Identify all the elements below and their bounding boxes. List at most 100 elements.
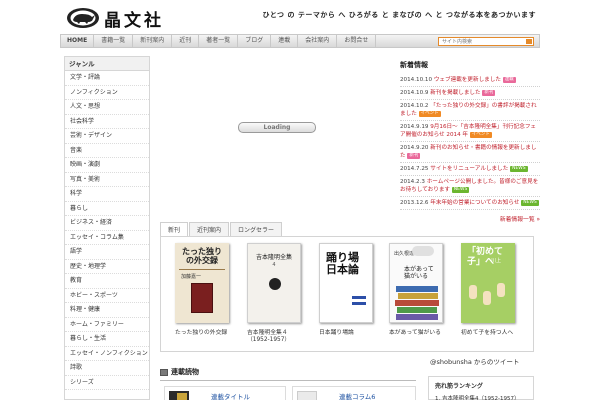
- tab-longsellers[interactable]: ロングセラー: [230, 222, 283, 237]
- sidebar-item[interactable]: 芸術・デザイン: [65, 129, 149, 144]
- nav-item-upcoming[interactable]: 近刊: [172, 35, 200, 47]
- book-title[interactable]: 初めて子を持つ人へ: [461, 330, 523, 337]
- sidebar-item[interactable]: 暮らし・生活: [65, 332, 149, 347]
- sidebar-item[interactable]: 写真・美術: [65, 173, 149, 187]
- news-date: 2014.10.9: [400, 90, 429, 96]
- news-link[interactable]: 年末年始の営業についてのお知らせ: [430, 200, 519, 206]
- sidebar-item[interactable]: ノンフィクション: [65, 86, 149, 100]
- book-title[interactable]: 日本踊り場論: [319, 330, 381, 337]
- serial-link[interactable]: 連載タイトル: [211, 391, 250, 400]
- book-card[interactable]: 出久根達郎 本があって 猫がいる 本があって猫がいる: [389, 243, 451, 337]
- monitor-icon: [160, 368, 168, 376]
- news-badge: NEWS: [510, 165, 528, 172]
- sidebar-item[interactable]: 音楽: [65, 144, 149, 158]
- serial-section-header: 連載読物: [160, 366, 199, 378]
- nav-item-authors[interactable]: 著者一覧: [199, 35, 239, 47]
- sidebar-item[interactable]: 文学・評論: [65, 71, 149, 86]
- news-date: 2014.2.3: [400, 179, 425, 185]
- cover-title: 踊り場 日本論: [326, 251, 359, 276]
- sidebar-item[interactable]: 科学: [65, 187, 149, 202]
- book-cover[interactable]: 「初めて子」へ 川上: [461, 243, 515, 323]
- news-link[interactable]: 新刊を掲載しました: [430, 90, 480, 96]
- book-card[interactable]: 踊り場 日本論 日本踊り場論: [319, 243, 381, 337]
- serial-link[interactable]: 連載コラム6: [339, 391, 375, 400]
- sidebar-item[interactable]: エッセイ・コラム集: [65, 231, 149, 245]
- news-badge: 新刊: [482, 89, 496, 96]
- book-cover[interactable]: 吉本隆明全集 4: [247, 243, 301, 323]
- news-panel: 新着情報 2014.10.10 ウェブ連載を更新しました 連載 2014.10.…: [400, 60, 540, 223]
- nav-item-series[interactable]: 連載: [271, 35, 299, 47]
- child-figure: [483, 291, 491, 305]
- sidebar-item[interactable]: 社会科学: [65, 115, 149, 129]
- sidebar-item[interactable]: シリーズ: [65, 376, 149, 390]
- news-badge: 連載: [502, 76, 516, 83]
- book-title[interactable]: 本があって猫がいる: [389, 330, 451, 337]
- book-title[interactable]: たった独りの外交録: [175, 330, 237, 337]
- news-date: 2014.10.2: [400, 103, 429, 109]
- loading-indicator: Loading: [238, 122, 316, 133]
- nav-item-books[interactable]: 書籍一覧: [94, 35, 134, 47]
- book-cover[interactable]: たった独りの外交録 加藤嘉一: [175, 243, 229, 323]
- nav-item-new-releases[interactable]: 新刊案内: [133, 35, 173, 47]
- nav-item-contact[interactable]: お問合せ: [337, 35, 377, 47]
- nav-item-company[interactable]: 会社案内: [298, 35, 338, 47]
- book-card[interactable]: たった独りの外交録 加藤嘉一 たった独りの外交録: [175, 243, 237, 337]
- sidebar-item[interactable]: ホビー・スポーツ: [65, 289, 149, 303]
- serial-card[interactable]: 連載タイトル: [164, 386, 286, 400]
- ranking-item[interactable]: 1. 吉本隆明全集4（1952-1957）: [429, 390, 533, 400]
- child-figure: [469, 285, 477, 299]
- nav-item-blog[interactable]: ブログ: [238, 35, 272, 47]
- search-input[interactable]: [439, 38, 523, 45]
- passport-image: [191, 283, 213, 313]
- book-card[interactable]: 吉本隆明全集 4 吉本隆明全集４（1952-1957）: [247, 243, 309, 344]
- book-carousel: たった独りの外交録 加藤嘉一 たった独りの外交録 吉本隆明全集 4 吉本隆明全集…: [160, 236, 534, 352]
- site-header: 晶文社 ひとつ の テーマから へ ひろがる と まなびの へ と つながる本を…: [0, 0, 600, 34]
- news-item: 2014.10.2 「たった独りの外交録」の書評が掲載されました イベント: [400, 100, 540, 121]
- featured-slideshow[interactable]: Loading: [158, 56, 394, 216]
- book-cover[interactable]: 踊り場 日本論: [319, 243, 373, 323]
- sidebar-item[interactable]: ホーム・ファミリー: [65, 318, 149, 332]
- cover-accent: [352, 296, 366, 299]
- sidebar-item[interactable]: 料理・健康: [65, 303, 149, 318]
- cover-title: 「初めて子」へ: [467, 247, 504, 267]
- twitter-feed-label[interactable]: @shobunsha からのツイート: [430, 356, 519, 366]
- tab-new[interactable]: 新刊: [160, 222, 189, 237]
- cover-accent: [352, 302, 366, 305]
- news-date: 2014.9.19: [400, 124, 429, 130]
- book-cover[interactable]: 出久根達郎 本があって 猫がいる: [389, 243, 443, 323]
- nav-item-home[interactable]: HOME: [61, 35, 95, 47]
- book-stack-5: [396, 314, 438, 320]
- news-title: 新着情報: [400, 61, 428, 69]
- serial-card[interactable]: 連載コラム6: [292, 386, 416, 400]
- rhino-logo-icon: [66, 7, 100, 29]
- sidebar-item[interactable]: エッセイ・ノンフィクション: [65, 347, 149, 361]
- news-link[interactable]: サイトをリニューアルしました: [430, 166, 508, 172]
- book-title[interactable]: 吉本隆明全集４（1952-1957）: [247, 330, 309, 344]
- sidebar-item[interactable]: 人文・思想: [65, 100, 149, 115]
- news-date: 2014.7.25: [400, 166, 429, 172]
- book-card[interactable]: 「初めて子」へ 川上 初めて子を持つ人へ: [461, 243, 523, 337]
- genre-sidebar: ジャンル 文学・評論 ノンフィクション 人文・思想 社会科学 芸術・デザイン 音…: [64, 56, 150, 400]
- ranking-box: 売れ筋ランキング 1. 吉本隆明全集4（1952-1957）: [428, 376, 534, 400]
- news-link[interactable]: ウェブ連載を更新しました: [434, 77, 501, 83]
- cover-author: 加藤嘉一: [181, 274, 202, 280]
- sidebar-item[interactable]: 詩歌: [65, 361, 149, 376]
- sidebar-item[interactable]: ビジネス・経済: [65, 216, 149, 231]
- ranking-title: 売れ筋ランキング: [435, 383, 483, 390]
- news-badge: 新刊: [407, 152, 421, 159]
- sidebar-item[interactable]: 語学: [65, 245, 149, 260]
- sidebar-item[interactable]: 教育: [65, 274, 149, 289]
- news-item: 2014.10.9 新刊を掲載しました 新刊: [400, 87, 540, 100]
- news-item: 2014.10.10 ウェブ連載を更新しました 連載: [400, 74, 540, 87]
- site-tagline: ひとつ の テーマから へ ひろがる と まなびの へ と つながる本をあつかい…: [262, 11, 536, 19]
- site-logo[interactable]: 晶文社: [66, 6, 164, 31]
- news-item: 2014.2.3 ホームページ公開しました。皆様のご意見をお待ちしております N…: [400, 176, 540, 197]
- sidebar-item[interactable]: 歴史・地理学: [65, 260, 149, 274]
- news-item: 2013.12.6 年末年始の営業についてのお知らせ NEWS: [400, 197, 540, 210]
- sidebar-item[interactable]: 暮らし: [65, 202, 149, 216]
- tab-upcoming[interactable]: 近刊案内: [189, 222, 230, 237]
- news-more-link[interactable]: 新着情報一覧 »: [400, 214, 540, 223]
- search-button[interactable]: [526, 39, 532, 44]
- cover-author: 川上: [491, 258, 502, 264]
- sidebar-item[interactable]: 映画・演劇: [65, 158, 149, 173]
